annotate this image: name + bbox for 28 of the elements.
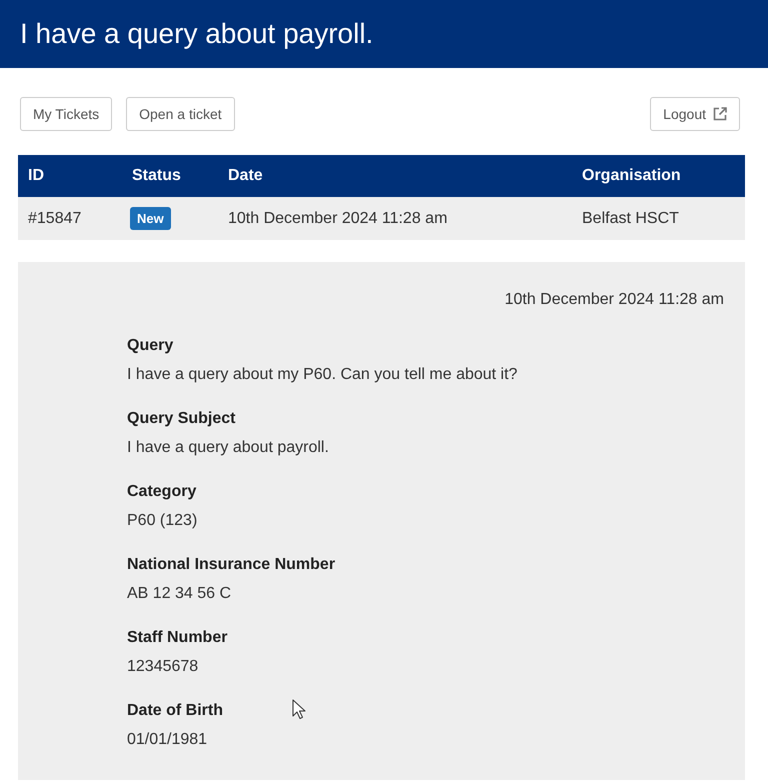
field-label: Date of Birth — [127, 701, 223, 721]
column-header: Organisation — [581, 167, 682, 185]
field-label: Staff Number — [127, 628, 228, 648]
ticket-timestamp: 10th December 2024 11:28 am — [504, 290, 724, 310]
nav-button[interactable]: Open a ticket — [126, 97, 235, 131]
field-value: 01/01/1981 — [127, 730, 208, 750]
field-value: P60 (123) — [127, 511, 198, 531]
status-badge: New — [130, 207, 171, 230]
column-header: Status — [131, 167, 182, 185]
field-label: Query — [127, 336, 174, 356]
field-value: AB 12 34 56 C — [127, 584, 232, 604]
field-value: I have a query about my P60. Can you tell me about it? — [127, 365, 518, 385]
nav-button[interactable]: My Tickets — [20, 97, 112, 131]
mouse-pointer-icon — [292, 699, 306, 720]
field-value: I have a query about payroll. — [127, 438, 329, 458]
table-cell-text: #15847 — [27, 210, 82, 228]
field-label: National Insurance Number — [127, 555, 336, 575]
ticket-row[interactable]: #15847 New 10th December 2024 11:28 am Belfast HSCT — [18, 197, 745, 240]
logout-button[interactable]: Logout — [650, 97, 740, 131]
table-cell-text: 10th December 2024 11:28 am — [227, 210, 448, 228]
column-header: ID — [27, 167, 45, 185]
page-title: I have a query about payroll. — [20, 17, 374, 51]
field-label: Category — [127, 482, 196, 502]
external-link-icon — [713, 107, 727, 121]
field-label: Query Subject — [127, 409, 236, 429]
column-header: Date — [227, 167, 264, 185]
field-value: 12345678 — [127, 657, 198, 677]
table-cell-text: Belfast HSCT — [581, 210, 680, 228]
